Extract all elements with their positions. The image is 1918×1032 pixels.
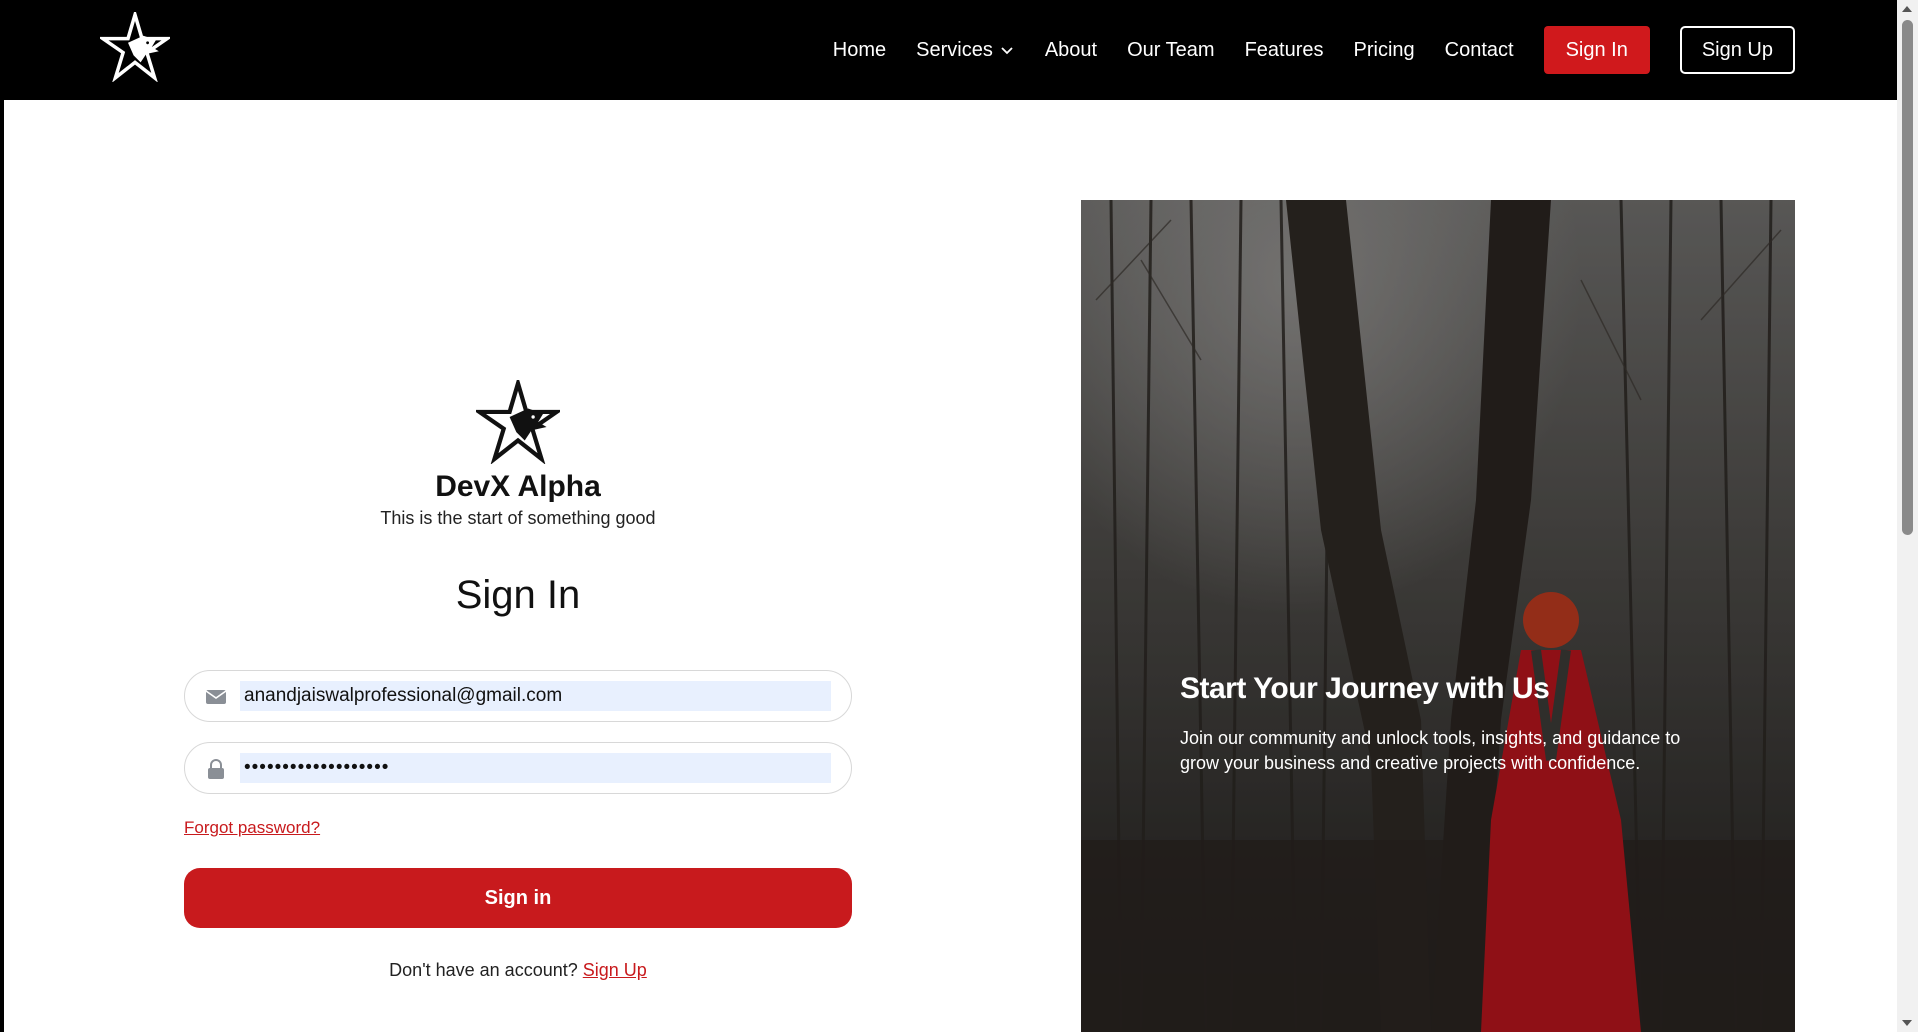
sign-in-submit-button[interactable]: Sign in	[184, 868, 852, 928]
sign-in-form: DevX Alpha This is the start of somethin…	[184, 380, 852, 981]
brand-name: DevX Alpha	[435, 470, 601, 503]
brand-tagline: This is the start of something good	[380, 508, 656, 528]
no-account-text: Don't have an account?	[389, 960, 578, 980]
password-field[interactable]: •••••••••••••••••••	[184, 742, 852, 794]
nav-contact[interactable]: Contact	[1445, 39, 1514, 62]
nav-services-label: Services	[916, 38, 993, 61]
nav-pricing[interactable]: Pricing	[1354, 39, 1415, 62]
top-navbar: Home Services About Our Team Features Pr…	[0, 0, 1897, 100]
password-input[interactable]: •••••••••••••••••••	[240, 753, 831, 783]
star-wolf-logo-icon[interactable]	[100, 12, 170, 82]
page-scrollbar[interactable]	[1897, 0, 1918, 1032]
forgot-password-link[interactable]: Forgot password?	[184, 818, 320, 838]
hero-image-panel: Start Your Journey with Us Join our comm…	[1081, 200, 1795, 1032]
email-field[interactable]: anandjaiswalprofessional@gmail.com	[184, 670, 852, 722]
window-edge	[0, 0, 4, 1032]
scroll-down-arrow-icon[interactable]	[1902, 1020, 1912, 1026]
email-input[interactable]: anandjaiswalprofessional@gmail.com	[240, 681, 831, 711]
hero-title: Start Your Journey with Us	[1180, 672, 1550, 705]
nav-services[interactable]: Services	[916, 39, 1015, 62]
sign-up-link[interactable]: Sign Up	[583, 960, 647, 980]
scroll-thumb[interactable]	[1902, 20, 1913, 535]
page-title: Sign In	[455, 573, 581, 617]
forest-woman-photo	[1081, 200, 1795, 1032]
envelope-icon	[205, 690, 227, 704]
nav-sign-in-button[interactable]: Sign In	[1543, 26, 1650, 74]
nav-features[interactable]: Features	[1245, 39, 1324, 62]
nav-our-team[interactable]: Our Team	[1127, 39, 1214, 62]
chevron-down-icon	[1001, 47, 1013, 55]
hero-description: Join our community and unlock tools, ins…	[1180, 728, 1681, 773]
nav-home[interactable]: Home	[833, 39, 886, 62]
lock-icon	[208, 759, 224, 779]
star-wolf-logo-icon	[476, 380, 560, 464]
hero-text: Start Your Journey with Us Join our comm…	[1180, 672, 1720, 776]
signup-prompt: Don't have an account? Sign Up	[184, 960, 852, 981]
nav-links: Home Services About Our Team Features Pr…	[803, 0, 1897, 100]
scroll-up-arrow-icon[interactable]	[1902, 6, 1912, 12]
nav-about[interactable]: About	[1045, 39, 1097, 62]
nav-sign-up-button[interactable]: Sign Up	[1679, 26, 1795, 74]
